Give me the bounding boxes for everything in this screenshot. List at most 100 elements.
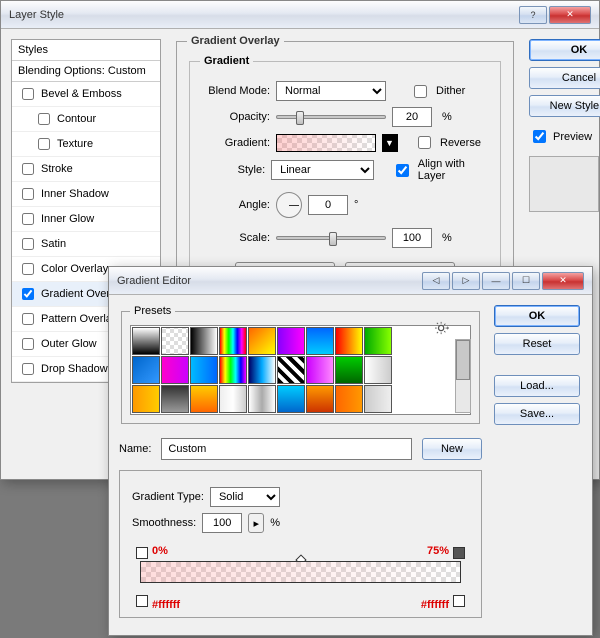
angle-value[interactable]	[308, 195, 348, 215]
color-stop-right[interactable]	[453, 595, 465, 607]
preset-swatch[interactable]	[190, 327, 218, 355]
preset-swatch[interactable]	[335, 356, 363, 384]
preset-grid	[130, 325, 471, 415]
ge-ok-button[interactable]: OK	[494, 305, 580, 327]
new-gradient-button[interactable]: New	[422, 438, 482, 460]
preset-swatch[interactable]	[306, 327, 334, 355]
sidebar-checkbox[interactable]	[22, 313, 34, 325]
align-checkbox[interactable]	[396, 164, 409, 177]
reverse-checkbox[interactable]	[418, 136, 431, 149]
sidebar-item-inner-shadow[interactable]: Inner Shadow	[12, 182, 160, 207]
scale-slider[interactable]	[276, 236, 386, 240]
preset-swatch[interactable]	[306, 385, 334, 413]
preset-swatch[interactable]	[248, 356, 276, 384]
preset-swatch[interactable]	[364, 327, 392, 355]
gradient-bar[interactable]: 0% 75% #ffffff #ffffff	[132, 547, 469, 607]
ge-save-button[interactable]: Save...	[494, 403, 580, 425]
ge-minimize-button[interactable]: —	[482, 272, 510, 290]
opacity-stop-right[interactable]	[453, 547, 465, 559]
ge-close-button[interactable]: ✕	[542, 272, 584, 290]
sidebar-checkbox[interactable]	[22, 238, 34, 250]
angle-deg: °	[354, 199, 358, 211]
name-field[interactable]	[161, 438, 412, 460]
layer-style-titlebar[interactable]: Layer Style ? ✕	[1, 1, 599, 29]
preset-swatch[interactable]	[219, 327, 247, 355]
gradient-dropdown-icon[interactable]: ▼	[382, 134, 398, 152]
ge-load-button[interactable]: Load...	[494, 375, 580, 397]
sidebar-item-satin[interactable]: Satin	[12, 232, 160, 257]
sidebar-checkbox[interactable]	[22, 263, 34, 275]
dither-checkbox[interactable]	[414, 85, 427, 98]
preset-swatch[interactable]	[161, 356, 189, 384]
blend-mode-select[interactable]: Normal	[276, 81, 386, 101]
opacity-value[interactable]	[392, 107, 432, 127]
preset-swatch[interactable]	[132, 385, 160, 413]
preset-swatch[interactable]	[364, 385, 392, 413]
new-style-button[interactable]: New Style...	[529, 95, 600, 117]
preset-swatch[interactable]	[277, 327, 305, 355]
gradient-swatch[interactable]	[276, 134, 376, 152]
preset-swatch[interactable]	[161, 327, 189, 355]
sidebar-item-contour[interactable]: Contour	[12, 107, 160, 132]
presets-scrollbar[interactable]	[455, 339, 471, 413]
preset-swatch[interactable]	[364, 356, 392, 384]
sidebar-item-stroke[interactable]: Stroke	[12, 157, 160, 182]
ge-prev-button[interactable]: ◁	[422, 272, 450, 290]
smoothness-value[interactable]	[202, 513, 242, 533]
angle-label: Angle:	[200, 199, 270, 211]
preset-swatch[interactable]	[190, 385, 218, 413]
opacity-slider[interactable]	[276, 115, 386, 119]
angle-dial[interactable]	[276, 192, 302, 218]
cancel-button[interactable]: Cancel	[529, 67, 600, 89]
preset-swatch[interactable]	[219, 385, 247, 413]
sidebar-checkbox[interactable]	[38, 113, 50, 125]
preset-swatch[interactable]	[190, 356, 218, 384]
gradient-type-label: Gradient Type:	[132, 491, 204, 503]
preset-swatch[interactable]	[335, 385, 363, 413]
ge-reset-button[interactable]: Reset	[494, 333, 580, 355]
smoothness-dropdown-icon[interactable]: ▸	[248, 513, 264, 533]
preset-swatch[interactable]	[306, 356, 334, 384]
sidebar-checkbox[interactable]	[22, 163, 34, 175]
preview-checkbox[interactable]	[533, 130, 546, 143]
ge-next-button[interactable]: ▷	[452, 272, 480, 290]
sidebar-checkbox[interactable]	[22, 88, 34, 100]
style-select[interactable]: Linear	[271, 160, 374, 180]
sidebar-checkbox[interactable]	[22, 213, 34, 225]
preset-swatch[interactable]	[248, 327, 276, 355]
preset-swatch[interactable]	[277, 356, 305, 384]
opacity-stop-left[interactable]	[136, 547, 148, 559]
sidebar-item-texture[interactable]: Texture	[12, 132, 160, 157]
ge-maximize-button[interactable]: ☐	[512, 272, 540, 290]
sidebar-item-label: Drop Shadow	[41, 363, 108, 375]
close-button[interactable]: ✕	[549, 6, 591, 24]
sidebar-checkbox[interactable]	[22, 188, 34, 200]
preset-swatch[interactable]	[219, 356, 247, 384]
scale-value[interactable]	[392, 228, 432, 248]
styles-header[interactable]: Styles	[12, 40, 160, 61]
align-label: Align with Layer	[418, 158, 490, 182]
color-stop-left[interactable]	[136, 595, 148, 607]
layer-style-title: Layer Style	[9, 9, 64, 21]
gradient-editor-title: Gradient Editor	[117, 275, 191, 287]
sidebar-checkbox[interactable]	[22, 338, 34, 350]
sidebar-checkbox[interactable]	[22, 288, 34, 300]
preset-swatch[interactable]	[335, 327, 363, 355]
preset-swatch[interactable]	[161, 385, 189, 413]
presets-menu-icon[interactable]	[435, 321, 449, 338]
ok-button[interactable]: OK	[529, 39, 600, 61]
sidebar-item-label: Inner Shadow	[41, 188, 109, 200]
preset-swatch[interactable]	[248, 385, 276, 413]
color-stop-left-hex: #ffffff	[152, 599, 180, 611]
sidebar-checkbox[interactable]	[22, 363, 34, 375]
blending-header[interactable]: Blending Options: Custom	[12, 61, 160, 82]
gradient-editor-titlebar[interactable]: Gradient Editor ◁ ▷ — ☐ ✕	[109, 267, 592, 295]
sidebar-item-bevel-emboss[interactable]: Bevel & Emboss	[12, 82, 160, 107]
help-button[interactable]: ?	[519, 6, 547, 24]
gradient-type-select[interactable]: Solid	[210, 487, 280, 507]
preset-swatch[interactable]	[132, 356, 160, 384]
sidebar-item-inner-glow[interactable]: Inner Glow	[12, 207, 160, 232]
preset-swatch[interactable]	[132, 327, 160, 355]
sidebar-checkbox[interactable]	[38, 138, 50, 150]
preset-swatch[interactable]	[277, 385, 305, 413]
